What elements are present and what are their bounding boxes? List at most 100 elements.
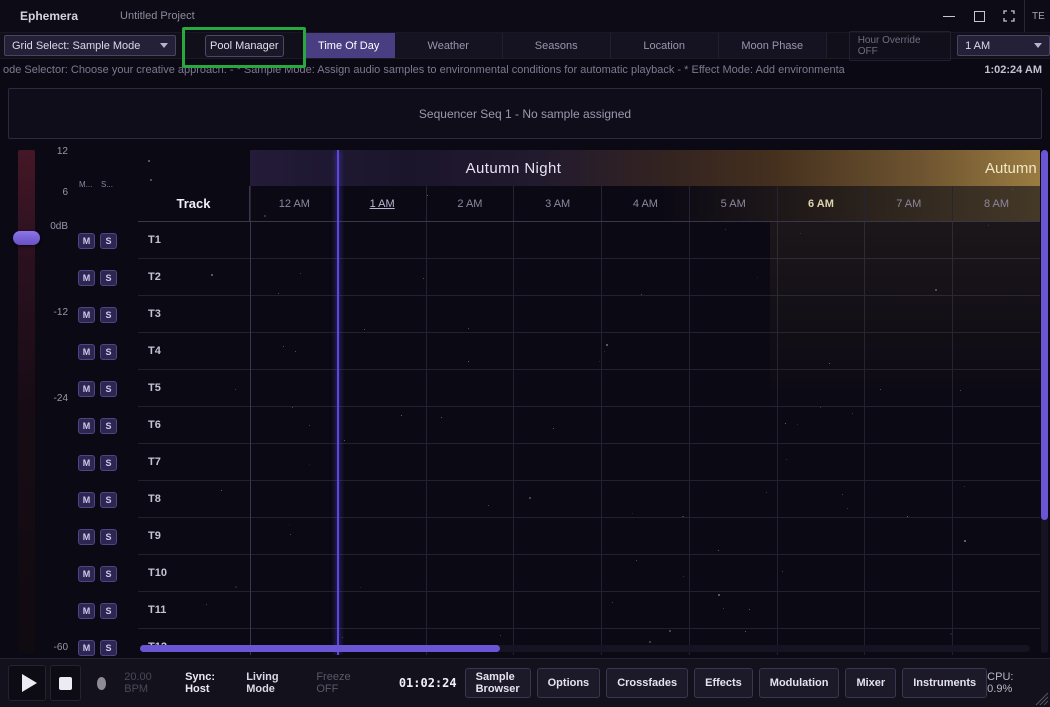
solo-button-t8[interactable]: S	[100, 492, 117, 508]
solo-button-t2[interactable]: S	[100, 270, 117, 286]
grid-row-t10[interactable]: T10	[138, 555, 1040, 592]
track-label-t2: T2	[148, 271, 161, 283]
grid-row-t3[interactable]: T3	[138, 296, 1040, 333]
horizontal-scrollbar-thumb[interactable]	[140, 645, 500, 652]
solo-button-t10[interactable]: S	[100, 566, 117, 582]
stop-button[interactable]	[50, 665, 81, 701]
grid-row-t9[interactable]: T9	[138, 518, 1040, 555]
grid-column-line	[952, 222, 953, 655]
hour-header-12-am[interactable]: 12 AM	[250, 186, 338, 221]
solo-button-t1[interactable]: S	[100, 233, 117, 249]
track-label-t5: T5	[148, 382, 161, 394]
period-banner-next-partial: Autumn	[777, 150, 1040, 186]
sync-mode-toggle[interactable]: Sync: Host	[185, 671, 228, 695]
track-column-header: Track	[138, 186, 250, 221]
grid-row-t11[interactable]: T11	[138, 592, 1040, 629]
mute-button-t11[interactable]: M	[78, 603, 95, 619]
transport-button-modulation[interactable]: Modulation	[759, 668, 840, 698]
solo-button-t11[interactable]: S	[100, 603, 117, 619]
playhead-line[interactable]	[337, 150, 339, 655]
grid-row-t2[interactable]: T2	[138, 259, 1040, 296]
solo-button-t9[interactable]: S	[100, 529, 117, 545]
track-label-t11: T11	[148, 604, 166, 616]
grid-column-line	[601, 222, 602, 655]
solo-button-t5[interactable]: S	[100, 381, 117, 397]
bpm-display: 20.00 BPM	[124, 671, 165, 695]
solo-button-t7[interactable]: S	[100, 455, 117, 471]
timecode-display: 01:02:24	[399, 676, 457, 690]
track-label-t7: T7	[148, 456, 161, 468]
grid-column-line	[513, 222, 514, 655]
mute-button-t3[interactable]: M	[78, 307, 95, 323]
mute-column-header: M...	[79, 180, 92, 189]
transport-bar: 20.00 BPM Sync: Host Living Mode Freeze …	[0, 658, 1050, 707]
resize-grip-icon[interactable]	[1035, 692, 1049, 706]
grid-row-t4[interactable]: T4	[138, 333, 1040, 370]
grid-row-t7[interactable]: T7	[138, 444, 1040, 481]
record-button[interactable]	[97, 677, 107, 690]
transport-button-options[interactable]: Options	[537, 668, 601, 698]
freeze-toggle[interactable]: Freeze OFF	[316, 671, 360, 695]
hour-header-8-am[interactable]: 8 AM	[952, 186, 1040, 221]
transport-button-sample-browser[interactable]: Sample Browser	[465, 668, 531, 698]
transport-button-effects[interactable]: Effects	[694, 668, 753, 698]
master-fader-handle[interactable]	[13, 231, 40, 245]
track-label-t1: T1	[148, 234, 161, 246]
grid-body: T1T2T3T4T5T6T7T8T9T10T11T12	[138, 222, 1040, 655]
transport-button-crossfades[interactable]: Crossfades	[606, 668, 688, 698]
hour-header-5-am[interactable]: 5 AM	[689, 186, 777, 221]
hour-header-6-am[interactable]: 6 AM	[777, 186, 865, 221]
hour-header-1-am[interactable]: 1 AM	[338, 186, 426, 221]
hour-header-3-am[interactable]: 3 AM	[513, 186, 601, 221]
track-label-t10: T10	[148, 567, 167, 579]
play-button[interactable]	[8, 665, 46, 701]
mute-button-t2[interactable]: M	[78, 270, 95, 286]
grid-column-line	[777, 222, 778, 655]
stop-icon	[59, 677, 72, 690]
transport-button-mixer[interactable]: Mixer	[845, 668, 896, 698]
period-banner-autumn-night: Autumn Night	[250, 150, 777, 186]
solo-button-t4[interactable]: S	[100, 344, 117, 360]
cpu-meter: CPU: 0.9%	[987, 671, 1028, 695]
horizontal-scrollbar[interactable]	[140, 645, 1030, 652]
transport-button-instruments[interactable]: Instruments	[902, 668, 987, 698]
hour-header-2-am[interactable]: 2 AM	[426, 186, 514, 221]
mute-button-t9[interactable]: M	[78, 529, 95, 545]
mute-button-t4[interactable]: M	[78, 344, 95, 360]
grid-row-t1[interactable]: T1	[138, 222, 1040, 259]
hour-header-4-am[interactable]: 4 AM	[601, 186, 689, 221]
solo-button-t12[interactable]: S	[100, 640, 117, 656]
mute-button-t7[interactable]: M	[78, 455, 95, 471]
grid-column-line	[250, 222, 251, 655]
mute-button-t10[interactable]: M	[78, 566, 95, 582]
ephemera-app-window: Ephemera Untitled Project TE Grid Select…	[0, 0, 1050, 707]
track-label-t3: T3	[148, 308, 161, 320]
mute-button-t12[interactable]: M	[78, 640, 95, 656]
mute-button-t1[interactable]: M	[78, 233, 95, 249]
solo-button-t6[interactable]: S	[100, 418, 117, 434]
hour-header-row: Track 12 AM1 AM2 AM3 AM4 AM5 AM6 AM7 AM8…	[138, 186, 1040, 222]
grid-column-line	[864, 222, 865, 655]
track-label-t8: T8	[148, 493, 161, 505]
period-banner-row: Autumn Night Autumn	[250, 150, 1040, 186]
mute-button-t6[interactable]: M	[78, 418, 95, 434]
living-mode-toggle[interactable]: Living Mode	[246, 671, 294, 695]
track-label-t9: T9	[148, 530, 161, 542]
vertical-scrollbar-thumb[interactable]	[1041, 150, 1048, 520]
hour-header-7-am[interactable]: 7 AM	[864, 186, 952, 221]
grid-column-line	[426, 222, 427, 655]
grid-row-t5[interactable]: T5	[138, 370, 1040, 407]
transport-buttons: Sample BrowserOptionsCrossfadesEffectsMo…	[459, 668, 988, 698]
grid-row-t6[interactable]: T6	[138, 407, 1040, 444]
vertical-scrollbar[interactable]	[1041, 150, 1048, 653]
grid-row-t8[interactable]: T8	[138, 481, 1040, 518]
mute-button-t8[interactable]: M	[78, 492, 95, 508]
mute-button-t5[interactable]: M	[78, 381, 95, 397]
solo-button-t3[interactable]: S	[100, 307, 117, 323]
track-label-t4: T4	[148, 345, 161, 357]
solo-column-header: S...	[101, 180, 113, 189]
track-label-t6: T6	[148, 419, 161, 431]
sequencer-grid: Autumn Night Autumn Track 12 AM1 AM2 AM3…	[138, 150, 1040, 655]
grid-column-line	[689, 222, 690, 655]
play-icon	[22, 674, 37, 692]
